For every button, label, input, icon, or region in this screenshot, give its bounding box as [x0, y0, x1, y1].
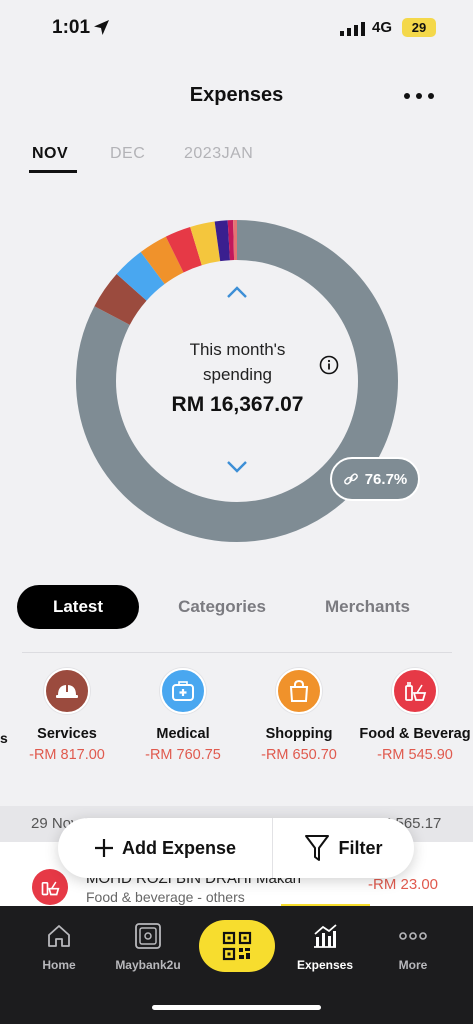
tab-label: Home [42, 958, 76, 972]
more-dots-icon [399, 932, 427, 940]
status-bar: 1:01 4G 29 [0, 0, 473, 56]
category-amount: -RM 817.00 [29, 747, 105, 763]
share-percent-value: 76.7% [364, 470, 408, 488]
more-options-icon[interactable] [404, 93, 434, 99]
safe-icon [135, 923, 161, 949]
tab-month-dec[interactable]: DEC [110, 145, 145, 163]
category-name: Food & Beverag [359, 726, 471, 742]
category-medical[interactable]: Medical -RM 760.75 [125, 668, 241, 763]
plus-icon [94, 839, 113, 857]
transaction-amount: -RM 23.00 [368, 876, 439, 893]
category-services[interactable]: Services -RM 817.00 [9, 668, 125, 763]
tab-label: More [398, 958, 428, 972]
category-amount: -RM 545.90 [377, 747, 453, 763]
shopping-bag-icon [276, 668, 322, 714]
hard-hat-icon [44, 668, 90, 714]
transaction-category: Food & beverage - others [86, 889, 245, 905]
chart-icon [314, 924, 337, 948]
location-arrow-icon [94, 20, 109, 35]
category-name: Medical [156, 726, 210, 742]
chevron-down-icon[interactable] [226, 460, 248, 474]
segment-merchants[interactable]: Merchants [305, 585, 430, 629]
tab-expenses[interactable]: Expenses [278, 920, 372, 972]
add-expense-label: Add Expense [121, 837, 237, 858]
category-amount: -RM 760.75 [145, 747, 221, 763]
first-aid-kit-icon [160, 668, 206, 714]
info-icon[interactable] [319, 355, 339, 375]
floating-action-bar: Add Expense Filter [58, 818, 414, 878]
view-segmented-control: Latest Categories Merchants [17, 585, 437, 629]
share-percent-badge[interactable]: 76.7% [330, 457, 420, 501]
home-indicator [152, 1005, 321, 1010]
divider [22, 652, 452, 653]
tab-label: Maybank2u [115, 958, 181, 972]
link-icon [343, 473, 358, 485]
status-time: 1:01 [52, 17, 91, 38]
signal-icon [340, 22, 365, 36]
category-food-beverage[interactable]: Food & Beverag -RM 545.90 [357, 668, 473, 763]
active-tab-underline [29, 170, 77, 173]
chevron-up-icon[interactable] [226, 285, 248, 299]
home-icon [48, 925, 70, 947]
filter-button[interactable]: Filter [273, 818, 414, 878]
segment-categories[interactable]: Categories [157, 585, 287, 629]
segment-latest[interactable]: Latest [17, 585, 139, 629]
tab-home[interactable]: Home [12, 920, 106, 972]
tab-maybank2u[interactable]: Maybank2u [101, 920, 195, 972]
spending-label: This month's spending [189, 340, 286, 384]
category-amount: -RM 650.70 [261, 747, 337, 763]
food-drink-icon [392, 668, 438, 714]
filter-icon [305, 835, 330, 861]
page-title: Expenses [189, 84, 284, 106]
spending-amount: RM 16,367.07 [171, 393, 304, 416]
category-name: Shopping [265, 726, 333, 742]
network-type: 4G [372, 19, 393, 36]
tab-month-2023jan[interactable]: 2023JAN [184, 145, 253, 163]
battery-icon: 29 [402, 18, 436, 37]
qr-scan-button[interactable] [199, 920, 275, 972]
tab-label: Expenses [296, 958, 354, 972]
tab-month-nov[interactable]: NOV [32, 145, 68, 163]
partial-category-edge: s [0, 730, 8, 746]
category-shopping[interactable]: Shopping -RM 650.70 [241, 668, 357, 763]
filter-label: Filter [338, 837, 383, 858]
qr-code-icon [222, 931, 252, 961]
category-name: Services [37, 726, 97, 742]
bottom-tab-bar: Home Maybank2u Expenses More [0, 906, 473, 1024]
add-expense-button[interactable]: Add Expense [58, 818, 272, 878]
tab-more[interactable]: More [366, 920, 460, 972]
